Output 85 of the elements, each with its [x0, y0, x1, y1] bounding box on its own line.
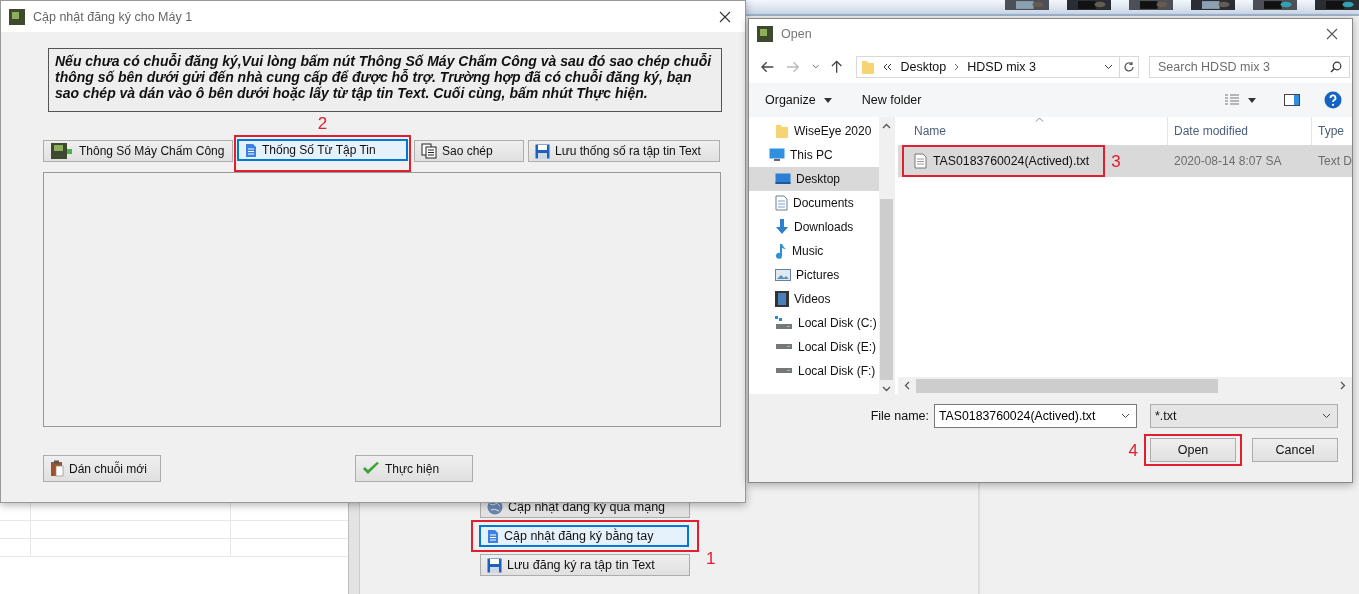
- disk-drive-icon: [775, 344, 793, 350]
- nav-item[interactable]: Documents: [749, 191, 879, 215]
- app-icon: [9, 8, 25, 25]
- chevron-left-icon[interactable]: [904, 381, 910, 390]
- caret-icon[interactable]: [1248, 97, 1256, 103]
- file-row[interactable]: TAS0183760024(Actived).txt 3 2020-08-14 8:07 SA Text D: [898, 145, 1352, 177]
- image-icon: [775, 269, 791, 281]
- column-header[interactable]: Type: [1312, 117, 1352, 145]
- disk-drive-icon: [775, 316, 793, 330]
- chevron-down-icon[interactable]: [1121, 413, 1130, 419]
- action-button[interactable]: Thực hiện: [355, 455, 473, 482]
- dialog-button[interactable]: Open: [1150, 438, 1236, 462]
- action-button[interactable]: Dán chuỗi mới: [43, 455, 161, 482]
- new-folder-button[interactable]: New folder: [861, 93, 922, 107]
- refresh-icon: [1123, 61, 1135, 73]
- document-icon: [775, 195, 788, 211]
- chevron-down-icon[interactable]: [1104, 64, 1114, 70]
- toolbar-button[interactable]: Sao chép: [414, 140, 524, 162]
- field-label: File name:: [870, 409, 929, 423]
- toolbar-button[interactable]: Thống Số Từ Tập Tin: [237, 139, 408, 161]
- file-name: TAS0183760024(Actived).txt: [933, 154, 1090, 168]
- text-file-icon: [914, 153, 927, 169]
- nav-item[interactable]: This PC: [749, 143, 879, 167]
- back-arrow-icon[interactable]: [761, 61, 775, 73]
- app-icon: [757, 26, 773, 42]
- breadcrumb[interactable]: HDSD mix 3: [967, 60, 1037, 74]
- panel-button[interactable]: Cập nhật đăng ký bằng tay: [479, 525, 689, 547]
- organize-menu[interactable]: Organize: [765, 93, 816, 107]
- step-number: 1: [706, 550, 716, 567]
- disk-drive-icon: [775, 368, 793, 374]
- double-chevron-icon: [883, 63, 893, 71]
- music-note-icon: [775, 243, 787, 259]
- nav-item[interactable]: Downloads: [749, 215, 879, 239]
- up-arrow-icon[interactable]: [831, 60, 843, 74]
- scrollbar[interactable]: [879, 117, 894, 394]
- file-type-dropdown[interactable]: *.txt: [1150, 404, 1338, 428]
- nav-item[interactable]: Local Disk (F:): [749, 359, 879, 383]
- nav-item[interactable]: Desktop: [749, 167, 879, 191]
- chevron-down-icon: [1322, 413, 1331, 419]
- file-type: Text D: [1317, 154, 1352, 168]
- checkmark-icon: [362, 461, 380, 476]
- film-icon: [775, 291, 789, 307]
- clipboard-icon: [50, 460, 64, 477]
- nav-item[interactable]: Local Disk (E:): [749, 335, 879, 359]
- preview-pane-icon[interactable]: [1284, 94, 1300, 106]
- file-date: 2020-08-14 8:07 SA: [1173, 154, 1283, 168]
- device-icon: [50, 142, 74, 160]
- computer-icon: [769, 148, 785, 162]
- window-title: Cập nhật đăng ký cho Máy 1: [33, 9, 194, 24]
- step-number: 2: [317, 115, 328, 132]
- save-icon: [535, 143, 550, 159]
- toolbar-button[interactable]: Lưu thống số ra tập tin Text: [528, 140, 720, 162]
- chevron-right-icon: [954, 63, 960, 71]
- search-field[interactable]: Search HDSD mix 3: [1149, 56, 1350, 78]
- help-icon[interactable]: [1324, 91, 1342, 109]
- breadcrumb[interactable]: Desktop: [900, 60, 947, 74]
- folder-icon: [861, 59, 876, 75]
- document-icon: [245, 142, 257, 158]
- window-title: Open: [781, 27, 813, 41]
- nav-item[interactable]: Pictures: [749, 263, 879, 287]
- address-bar[interactable]: Desktop HDSD mix 3: [856, 56, 1121, 78]
- file-name-field[interactable]: TAS0183760024(Actived).txt: [934, 404, 1137, 428]
- sort-caret-icon: [1035, 117, 1044, 122]
- desktop-icon: [775, 173, 791, 185]
- chevron-right-icon[interactable]: [1340, 381, 1346, 390]
- nav-item[interactable]: Videos: [749, 287, 879, 311]
- nav-item[interactable]: Local Disk (C:): [749, 311, 879, 335]
- nav-item[interactable]: Music: [749, 239, 879, 263]
- panel-button[interactable]: Lưu đăng ký ra tập tin Text: [480, 554, 690, 576]
- caret-icon: [823, 97, 832, 103]
- step-number: 3: [1111, 152, 1121, 170]
- document-icon: [487, 528, 499, 544]
- instruction-text: Nếu chưa có chuỗi đăng ký,Vui lòng bấm nút Thông Số Máy Chấm Công và sau đó sao chép chuỗi thông số bên dưới gửi đến nhà cung cấp để được hỗ trợ. Trường hợp đã có chuỗi đăng ký, bạn sao chép và dán vào ô bên dưới hoặc lấy từ tập tin Text. Cuối cùng, bấm nhút Thực hiện.: [48, 48, 722, 112]
- toolbar-button[interactable]: Thông Số Máy Chấm Công: [43, 140, 233, 162]
- copy-icon: [421, 143, 437, 159]
- step-number: 4: [1128, 441, 1138, 459]
- chevron-down-icon[interactable]: [882, 386, 891, 392]
- save-icon: [487, 557, 502, 573]
- chevron-up-icon[interactable]: [882, 123, 891, 129]
- refresh-button[interactable]: [1120, 56, 1139, 78]
- download-icon: [775, 219, 789, 235]
- folder-icon: [775, 123, 789, 139]
- scrollbar[interactable]: [898, 377, 1352, 394]
- dialog-button[interactable]: Cancel: [1252, 438, 1338, 462]
- nav-item[interactable]: WiseEye 2020: [749, 119, 879, 143]
